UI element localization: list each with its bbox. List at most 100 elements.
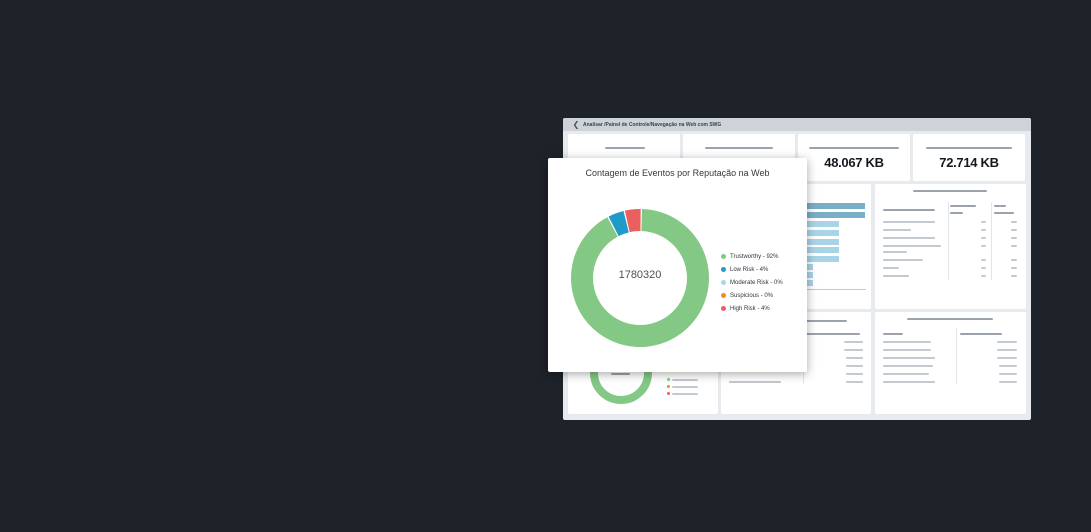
table-cell-placeholder (883, 259, 923, 261)
donut-center-value: 1780320 (618, 269, 662, 281)
legend-item[interactable]: Trustworthy - 92% (721, 250, 783, 263)
table-cell-placeholder (981, 221, 986, 223)
table-cell-placeholder (981, 229, 986, 231)
legend-item[interactable]: Suspicious - 0% (721, 289, 783, 302)
table-cell-placeholder (1011, 221, 1017, 223)
table-tile (875, 312, 1026, 414)
table-cell-placeholder (883, 275, 909, 277)
kpi-label-placeholder (926, 147, 1012, 149)
breadcrumb[interactable]: Analisar /Painel de Controle/Navegação n… (583, 122, 721, 128)
legend-dot (721, 254, 726, 259)
kpi-value: 48.067 KB (824, 155, 884, 170)
table-cell-placeholder (981, 245, 986, 247)
table-header-placeholder (950, 205, 976, 207)
bar (806, 247, 839, 253)
table-cell-placeholder (846, 373, 863, 375)
table-cell-placeholder (981, 275, 986, 277)
kpi-tile: 72.714 KB (913, 134, 1025, 181)
table-header-placeholder (950, 212, 963, 214)
legend-label: Suspicious - 0% (730, 292, 774, 299)
bar (806, 221, 839, 227)
kpi-tile: 48.067 KB (798, 134, 910, 181)
bar (806, 212, 865, 218)
table-header-placeholder (805, 333, 860, 335)
table-cell-placeholder (844, 349, 863, 351)
table-cell-placeholder (844, 341, 863, 343)
table-cell-placeholder (883, 267, 899, 269)
table-tile (875, 184, 1026, 309)
table-cell-placeholder (883, 357, 935, 359)
legend-placeholder (672, 393, 698, 395)
kpi-value: 72.714 KB (939, 155, 999, 170)
table-cell-placeholder (1011, 237, 1017, 239)
table-cell-placeholder (729, 381, 781, 383)
bar (806, 230, 839, 236)
legend-dot (667, 385, 670, 388)
donut-value-placeholder (611, 373, 630, 375)
legend-dot (721, 293, 726, 298)
table-header-placeholder (883, 333, 903, 335)
legend-dot (721, 267, 726, 272)
dashboard-header: ❮ Analisar /Painel de Controle/Navegação… (563, 118, 1031, 131)
legend-item[interactable]: Low Risk - 4% (721, 263, 783, 276)
legend-dot (721, 280, 726, 285)
table-cell-placeholder (997, 349, 1017, 351)
table-header-placeholder (960, 333, 1002, 335)
kpi-label-placeholder (605, 147, 645, 149)
legend-label: Low Risk - 4% (730, 266, 769, 273)
bar (806, 272, 813, 278)
legend-label: Moderate Risk - 0% (730, 279, 783, 286)
legend-placeholder (672, 386, 698, 388)
table-cell-placeholder (999, 381, 1017, 383)
table-cell-placeholder (846, 357, 863, 359)
table-cell-placeholder (1011, 267, 1017, 269)
chart-legend: Trustworthy - 92% Low Risk - 4% Moderate R… (721, 250, 783, 315)
bar (806, 256, 839, 262)
bar (806, 203, 865, 209)
legend-item[interactable]: High Risk - 4% (721, 302, 783, 315)
column-divider (956, 328, 957, 384)
table-cell-placeholder (981, 237, 986, 239)
legend-label: Trustworthy - 92% (730, 253, 779, 260)
column-divider (991, 202, 992, 280)
table-cell-placeholder (1011, 259, 1017, 261)
table-cell-placeholder (883, 373, 929, 375)
table-cell-placeholder (1011, 245, 1017, 247)
table-cell-placeholder (883, 341, 931, 343)
table-cell-placeholder (883, 237, 935, 239)
table-cell-placeholder (999, 365, 1017, 367)
chart-title: Contagem de Eventos por Reputação na Web (585, 168, 770, 178)
table-cell-placeholder (981, 267, 986, 269)
table-cell-placeholder (999, 373, 1017, 375)
table-cell-placeholder (1011, 275, 1017, 277)
legend-label: High Risk - 4% (730, 305, 770, 312)
legend-dot (667, 392, 670, 395)
table-cell-placeholder (997, 341, 1017, 343)
table-header-placeholder (883, 209, 935, 211)
table-cell-placeholder (997, 357, 1017, 359)
table-cell-placeholder (883, 245, 941, 247)
legend-dot (667, 378, 670, 381)
legend-placeholder (672, 379, 698, 381)
chevron-left-icon[interactable]: ❮ (569, 118, 583, 131)
table-cell-placeholder (883, 349, 931, 351)
axis-line (806, 289, 866, 290)
bar (806, 280, 813, 286)
table-cell-placeholder (883, 381, 935, 383)
column-divider (948, 202, 949, 280)
table-cell-placeholder (883, 365, 933, 367)
table-cell-placeholder (846, 365, 863, 367)
legend-item[interactable]: Moderate Risk - 0% (721, 276, 783, 289)
bar (806, 239, 839, 245)
table-cell-placeholder (1011, 229, 1017, 231)
table-title-placeholder (907, 318, 993, 320)
kpi-label-placeholder (705, 147, 773, 149)
table-cell-placeholder (883, 221, 935, 223)
reputation-chart-card: Contagem de Eventos por Reputação na Web… (548, 158, 807, 372)
legend-dot (721, 306, 726, 311)
table-cell-placeholder (883, 251, 907, 253)
table-title-placeholder (913, 190, 987, 192)
kpi-label-placeholder (809, 147, 899, 149)
table-cell-placeholder (846, 381, 863, 383)
bar (806, 264, 813, 270)
